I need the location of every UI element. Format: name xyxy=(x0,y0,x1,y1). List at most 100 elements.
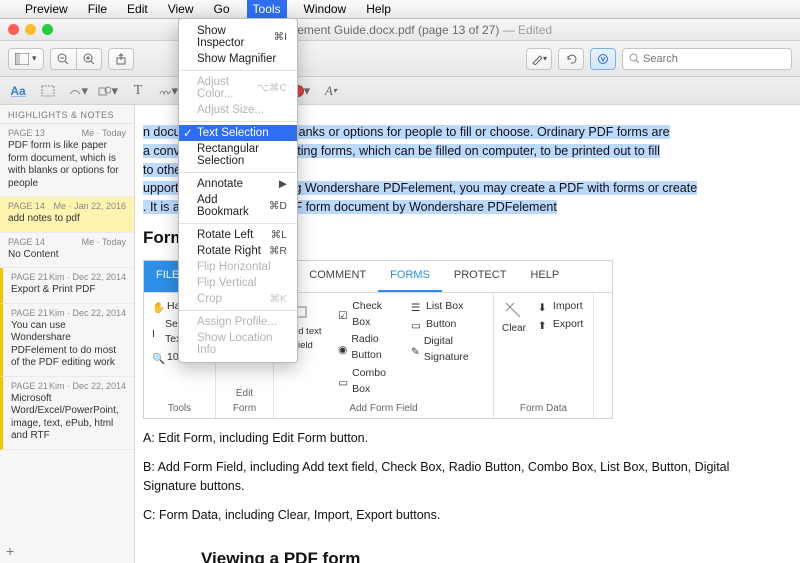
button-icon: ▭ xyxy=(411,319,422,330)
note-meta: Kim · Dec 22, 2014 xyxy=(49,308,126,318)
close-window-button[interactable] xyxy=(8,24,19,35)
ribbon-tab-forms: FORMS xyxy=(378,261,442,292)
zoom-in-button[interactable] xyxy=(76,48,102,70)
note-item[interactable]: PAGE 13Me · Today PDF form is like paper… xyxy=(0,124,134,197)
hand-icon: ✋ xyxy=(152,301,163,312)
menu-go[interactable]: Go xyxy=(211,2,233,16)
tools-menu-dropdown: Show Inspector⌘IShow Magnifier Adjust Col… xyxy=(178,18,298,363)
combo-icon: ▭ xyxy=(338,376,348,387)
ribbon-tab-comment: COMMENT xyxy=(297,261,378,292)
heading-view-pdf: Viewing a PDF form xyxy=(201,546,774,563)
menu-preview[interactable]: Preview xyxy=(22,2,71,16)
menu-help[interactable]: Help xyxy=(363,2,394,16)
bullet-c: C: Form Data, including Clear, Import, E… xyxy=(143,506,774,525)
note-text: You can use Wondershare PDFelement to do… xyxy=(11,320,126,370)
rect-selection-tool[interactable] xyxy=(38,81,58,101)
search-icon xyxy=(629,53,639,64)
note-item[interactable]: PAGE 14Me · Today No Content xyxy=(0,233,134,269)
menu-item-flip-horizontal: Flip Horizontal xyxy=(179,259,297,275)
radio-icon: ◉ xyxy=(338,343,347,354)
sidebar-header: HIGHLIGHTS & NOTES xyxy=(0,105,134,124)
note-page: PAGE 21 xyxy=(11,308,48,318)
note-meta: Me · Jan 22, 2016 xyxy=(53,201,126,211)
note-text: Export & Print PDF xyxy=(11,284,126,297)
markup-toolbar-button[interactable] xyxy=(590,48,616,70)
menu-item-text-selection[interactable]: ✓Text Selection xyxy=(179,125,297,141)
toolbar: ▾ ▾ xyxy=(0,41,800,77)
note-meta: Me · Today xyxy=(82,128,126,138)
menu-item-show-inspector[interactable]: Show Inspector⌘I xyxy=(179,23,297,51)
search-field[interactable] xyxy=(622,48,792,70)
check-box-label: Check Box xyxy=(352,299,399,331)
checkbox-icon: ☑ xyxy=(338,309,348,320)
button-label: Button xyxy=(426,317,456,333)
note-meta: Me · Today xyxy=(82,237,126,247)
digital-signature-label: Digital Signature xyxy=(424,334,485,366)
ribbon-tab-help: HELP xyxy=(518,261,571,292)
menu-window[interactable]: Window xyxy=(301,2,350,16)
menu-item-rotate-left[interactable]: Rotate Left⌘L xyxy=(179,227,297,243)
note-item[interactable]: PAGE 14Me · Jan 22, 2016 add notes to pd… xyxy=(0,197,134,233)
search-input[interactable] xyxy=(643,53,785,65)
import-label: Import xyxy=(553,299,583,315)
menu-item-annotate[interactable]: Annotate▶ xyxy=(179,176,297,192)
export-label: Export xyxy=(553,317,583,333)
zoom-in-icon xyxy=(83,53,95,65)
zoom-out-button[interactable] xyxy=(50,48,76,70)
note-text: add notes to pdf xyxy=(8,213,126,226)
menu-item-rotate-right[interactable]: Rotate Right⌘R xyxy=(179,243,297,259)
menu-item-crop: Crop⌘K xyxy=(179,291,297,307)
rotate-button[interactable] xyxy=(558,48,584,70)
menu-edit[interactable]: Edit xyxy=(124,2,151,16)
share-button[interactable] xyxy=(108,48,134,70)
sketch-tool[interactable]: ▾ xyxy=(68,81,88,101)
zoom-out-icon xyxy=(57,53,69,65)
import-icon: ⬇ xyxy=(538,301,549,312)
zoom-window-button[interactable] xyxy=(42,24,53,35)
rotate-icon xyxy=(565,53,577,65)
text-style-tool[interactable]: A▾ xyxy=(321,81,341,101)
menu-item-assign-profile-: Assign Profile... xyxy=(179,314,297,330)
menu-item-adjust-size-: Adjust Size... xyxy=(179,102,297,118)
minimize-window-button[interactable] xyxy=(25,24,36,35)
group-label-addfield: Add Form Field xyxy=(282,401,485,416)
markup-icon xyxy=(596,53,610,65)
menu-tools[interactable]: Tools xyxy=(247,0,287,18)
bullet-b: B: Add Form Field, including Add text fi… xyxy=(143,458,774,496)
sidebar-icon xyxy=(15,53,29,65)
sidebar-toggle-button[interactable]: ▾ xyxy=(8,48,44,70)
menu-item-adjust-color-: Adjust Color...⌥⌘C xyxy=(179,74,297,102)
menu-item-add-bookmark[interactable]: Add Bookmark⌘D xyxy=(179,192,297,220)
note-page: PAGE 21 xyxy=(11,381,48,391)
sign-tool[interactable]: ▾ xyxy=(158,81,178,101)
bullet-a: A: Edit Form, including Edit Form button… xyxy=(143,429,774,448)
select-text-icon: I xyxy=(152,327,161,338)
export-icon: ⬆ xyxy=(538,319,549,330)
note-text: Microsoft Word/Excel/PowerPoint, image, … xyxy=(11,393,126,443)
menu-item-show-magnifier[interactable]: Show Magnifier xyxy=(179,51,297,67)
listbox-icon: ☰ xyxy=(411,301,422,312)
macos-menubar: Preview File Edit View Go Tools Window H… xyxy=(0,0,800,19)
group-label-editform: Edit Form xyxy=(224,386,265,416)
menu-view[interactable]: View xyxy=(165,2,197,16)
menu-item-rectangular-selection[interactable]: Rectangular Selection xyxy=(179,141,297,169)
menu-file[interactable]: File xyxy=(85,2,110,16)
note-page: PAGE 14 xyxy=(8,237,45,247)
note-text: PDF form is like paper form document, wh… xyxy=(8,140,126,190)
shapes-tool[interactable]: ▾ xyxy=(98,81,118,101)
note-item[interactable]: PAGE 21Kim · Dec 22, 2014 Microsoft Word… xyxy=(0,377,134,450)
note-item[interactable]: PAGE 21Kim · Dec 22, 2014 Export & Print… xyxy=(0,268,134,304)
traffic-lights xyxy=(0,24,53,35)
highlight-button[interactable]: ▾ xyxy=(526,48,552,70)
pencil-icon xyxy=(531,53,543,65)
text-selection-tool[interactable]: A̲a̲ xyxy=(8,81,28,101)
note-item[interactable]: PAGE 21Kim · Dec 22, 2014 You can use Wo… xyxy=(0,304,134,377)
add-note-button[interactable]: + xyxy=(6,543,14,559)
share-icon xyxy=(115,53,127,65)
combo-box-label: Combo Box xyxy=(352,366,399,398)
clear-label: Clear xyxy=(502,321,526,336)
text-tool[interactable]: T xyxy=(128,81,148,101)
zoom-icon: 🔍 xyxy=(152,352,163,363)
menu-item-show-location-info: Show Location Info xyxy=(179,330,297,358)
group-label-tools: Tools xyxy=(152,401,207,416)
